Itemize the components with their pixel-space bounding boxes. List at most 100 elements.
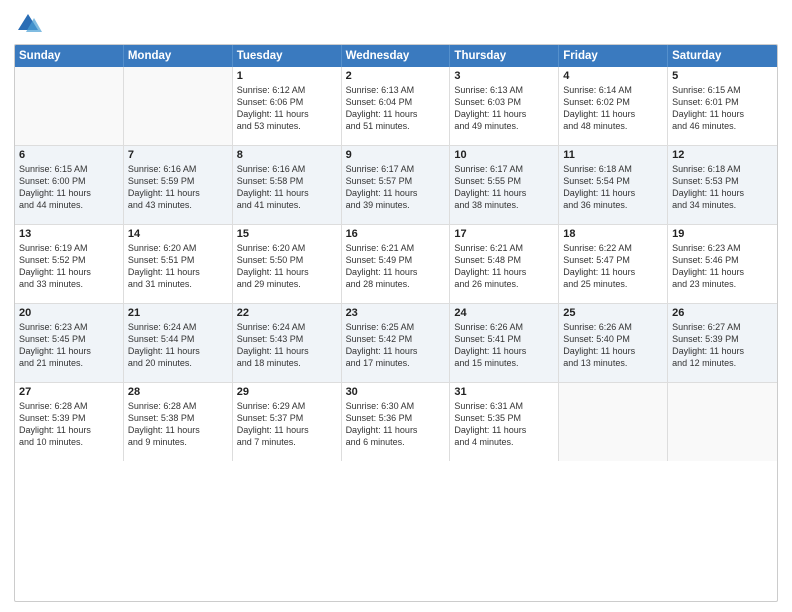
cell-line: Daylight: 11 hours: [672, 108, 773, 120]
day-number: 30: [346, 386, 446, 398]
cal-cell-day: 4Sunrise: 6:14 AMSunset: 6:02 PMDaylight…: [559, 67, 668, 145]
cell-line: Sunset: 5:50 PM: [237, 254, 337, 266]
cell-line: and 46 minutes.: [672, 120, 773, 132]
page: SundayMondayTuesdayWednesdayThursdayFrid…: [0, 0, 792, 612]
cell-line: Sunset: 5:59 PM: [128, 175, 228, 187]
day-number: 26: [672, 307, 773, 319]
cal-cell-day: 11Sunrise: 6:18 AMSunset: 5:54 PMDayligh…: [559, 146, 668, 224]
weekday-header-wednesday: Wednesday: [342, 45, 451, 67]
cal-cell-day: 3Sunrise: 6:13 AMSunset: 6:03 PMDaylight…: [450, 67, 559, 145]
cell-line: Sunset: 6:04 PM: [346, 96, 446, 108]
cal-cell-day: 12Sunrise: 6:18 AMSunset: 5:53 PMDayligh…: [668, 146, 777, 224]
day-number: 19: [672, 228, 773, 240]
cell-line: Sunrise: 6:26 AM: [563, 321, 663, 333]
cal-cell-day: 6Sunrise: 6:15 AMSunset: 6:00 PMDaylight…: [15, 146, 124, 224]
cell-line: Daylight: 11 hours: [454, 266, 554, 278]
cal-cell-day: 21Sunrise: 6:24 AMSunset: 5:44 PMDayligh…: [124, 304, 233, 382]
cell-line: Sunset: 5:48 PM: [454, 254, 554, 266]
cell-line: and 49 minutes.: [454, 120, 554, 132]
cal-cell-day: 26Sunrise: 6:27 AMSunset: 5:39 PMDayligh…: [668, 304, 777, 382]
cell-line: and 48 minutes.: [563, 120, 663, 132]
cell-line: Daylight: 11 hours: [346, 345, 446, 357]
cell-line: Sunrise: 6:21 AM: [454, 242, 554, 254]
cell-line: Sunset: 6:01 PM: [672, 96, 773, 108]
cal-week-row: 6Sunrise: 6:15 AMSunset: 6:00 PMDaylight…: [15, 146, 777, 225]
cell-line: Sunset: 5:35 PM: [454, 412, 554, 424]
cell-line: Daylight: 11 hours: [237, 187, 337, 199]
cell-line: Daylight: 11 hours: [346, 108, 446, 120]
cell-line: Daylight: 11 hours: [19, 266, 119, 278]
cell-line: Sunset: 5:53 PM: [672, 175, 773, 187]
cell-line: Sunrise: 6:17 AM: [454, 163, 554, 175]
cell-line: Daylight: 11 hours: [563, 266, 663, 278]
cell-line: and 4 minutes.: [454, 436, 554, 448]
cell-line: Daylight: 11 hours: [19, 424, 119, 436]
cell-line: Daylight: 11 hours: [563, 108, 663, 120]
cal-cell-day: 25Sunrise: 6:26 AMSunset: 5:40 PMDayligh…: [559, 304, 668, 382]
cell-line: Sunset: 6:02 PM: [563, 96, 663, 108]
cell-line: Daylight: 11 hours: [454, 108, 554, 120]
cal-cell-day: 31Sunrise: 6:31 AMSunset: 5:35 PMDayligh…: [450, 383, 559, 461]
day-number: 24: [454, 307, 554, 319]
cal-cell-day: 10Sunrise: 6:17 AMSunset: 5:55 PMDayligh…: [450, 146, 559, 224]
cal-cell-day: 23Sunrise: 6:25 AMSunset: 5:42 PMDayligh…: [342, 304, 451, 382]
cell-line: Daylight: 11 hours: [237, 345, 337, 357]
cal-cell-empty: [124, 67, 233, 145]
weekday-header-sunday: Sunday: [15, 45, 124, 67]
cell-line: Sunrise: 6:15 AM: [672, 84, 773, 96]
day-number: 10: [454, 149, 554, 161]
cal-cell-day: 17 Sunrise: 6:21 AMSunset: 5:48 PMDayligh…: [450, 225, 559, 303]
cal-cell-day: 9Sunrise: 6:17 AMSunset: 5:57 PMDaylight…: [342, 146, 451, 224]
cell-line: and 41 minutes.: [237, 199, 337, 211]
cal-cell-day: 30Sunrise: 6:30 AMSunset: 5:36 PMDayligh…: [342, 383, 451, 461]
day-number: 21: [128, 307, 228, 319]
cell-line: Sunrise: 6:25 AM: [346, 321, 446, 333]
cell-line: Sunset: 5:39 PM: [19, 412, 119, 424]
day-number: 18: [563, 228, 663, 240]
cell-line: and 7 minutes.: [237, 436, 337, 448]
day-number: 6: [19, 149, 119, 161]
cell-line: Sunrise: 6:28 AM: [19, 400, 119, 412]
cell-line: Sunset: 6:06 PM: [237, 96, 337, 108]
cell-line: Sunrise: 6:17 AM: [346, 163, 446, 175]
cell-line: Daylight: 11 hours: [672, 187, 773, 199]
cell-line: and 44 minutes.: [19, 199, 119, 211]
cell-line: Sunset: 5:51 PM: [128, 254, 228, 266]
cell-line: Sunrise: 6:20 AM: [237, 242, 337, 254]
day-number: 1: [237, 70, 337, 82]
cell-line: Sunset: 5:45 PM: [19, 333, 119, 345]
cell-line: and 28 minutes.: [346, 278, 446, 290]
cell-line: Sunset: 5:58 PM: [237, 175, 337, 187]
cell-line: Sunrise: 6:18 AM: [672, 163, 773, 175]
cell-line: and 6 minutes.: [346, 436, 446, 448]
cell-line: Sunrise: 6:14 AM: [563, 84, 663, 96]
cell-line: and 21 minutes.: [19, 357, 119, 369]
cell-line: Daylight: 11 hours: [346, 187, 446, 199]
cal-cell-day: 15Sunrise: 6:20 AMSunset: 5:50 PMDayligh…: [233, 225, 342, 303]
day-number: 3: [454, 70, 554, 82]
cell-line: Sunset: 5:47 PM: [563, 254, 663, 266]
day-number: 17: [454, 228, 554, 240]
cell-line: Sunset: 5:44 PM: [128, 333, 228, 345]
day-number: 16: [346, 228, 446, 240]
cell-line: and 18 minutes.: [237, 357, 337, 369]
day-number: 2: [346, 70, 446, 82]
day-number: 8: [237, 149, 337, 161]
cal-cell-day: 29Sunrise: 6:29 AMSunset: 5:37 PMDayligh…: [233, 383, 342, 461]
cell-line: Sunrise: 6:21 AM: [346, 242, 446, 254]
cal-cell-day: 2Sunrise: 6:13 AMSunset: 6:04 PMDaylight…: [342, 67, 451, 145]
cell-line: Sunrise: 6:26 AM: [454, 321, 554, 333]
cell-line: and 36 minutes.: [563, 199, 663, 211]
day-number: 20: [19, 307, 119, 319]
cal-cell-day: 1Sunrise: 6:12 AMSunset: 6:06 PMDaylight…: [233, 67, 342, 145]
cell-line: Daylight: 11 hours: [128, 424, 228, 436]
cell-line: Daylight: 11 hours: [454, 187, 554, 199]
cal-cell-empty: [15, 67, 124, 145]
cell-line: Sunrise: 6:19 AM: [19, 242, 119, 254]
cell-line: and 39 minutes.: [346, 199, 446, 211]
day-number: 29: [237, 386, 337, 398]
cal-cell-day: 27Sunrise: 6:28 AMSunset: 5:39 PMDayligh…: [15, 383, 124, 461]
cell-line: Daylight: 11 hours: [672, 266, 773, 278]
weekday-header-monday: Monday: [124, 45, 233, 67]
cell-line: Daylight: 11 hours: [563, 187, 663, 199]
